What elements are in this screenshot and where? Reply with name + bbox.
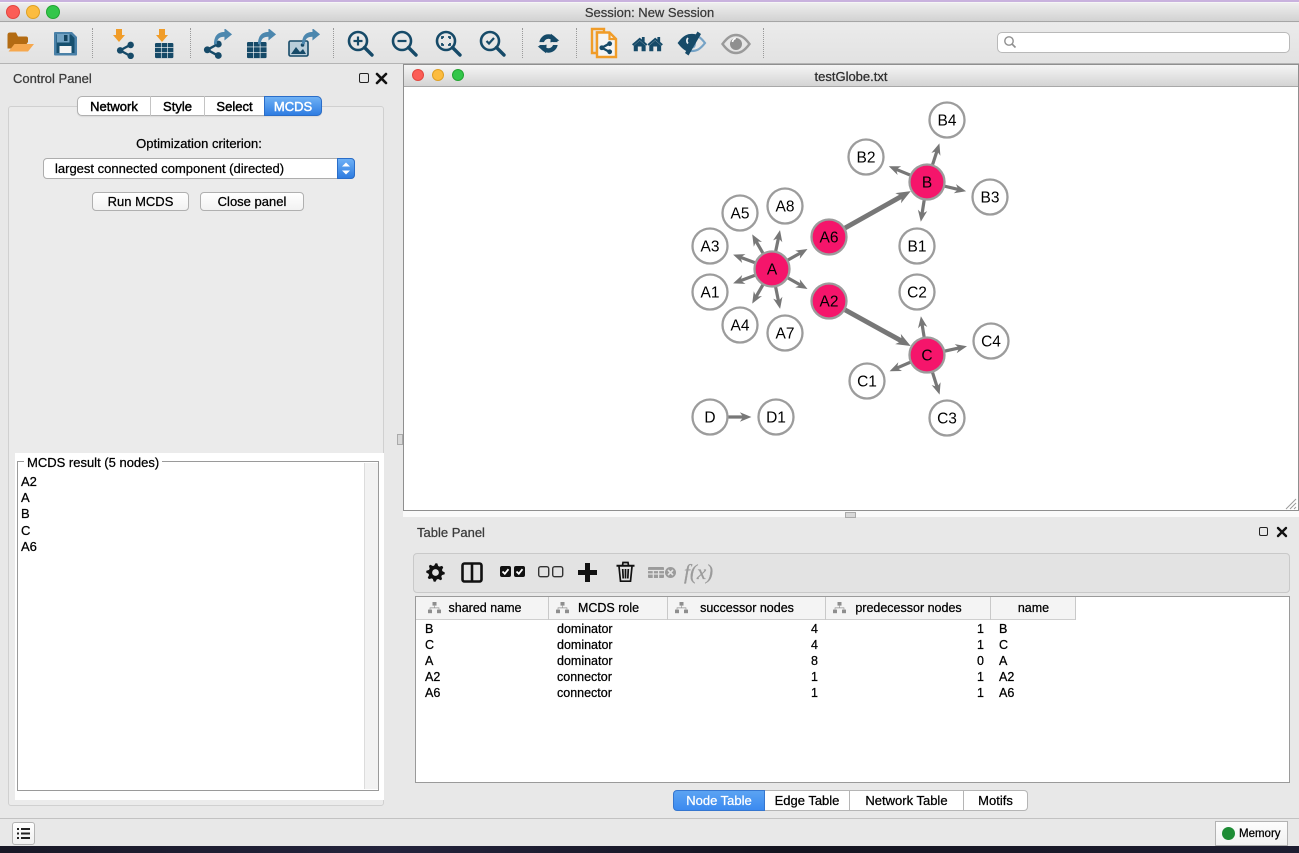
svg-text:C4: C4 <box>981 334 1001 351</box>
svg-text:C: C <box>921 348 932 365</box>
svg-text:B: B <box>922 175 932 192</box>
svg-text:B1: B1 <box>908 239 927 256</box>
svg-text:C1: C1 <box>857 374 877 391</box>
svg-text:A3: A3 <box>701 239 720 256</box>
svg-text:A2: A2 <box>820 294 839 311</box>
svg-text:A8: A8 <box>776 199 795 216</box>
svg-text:D: D <box>704 410 715 427</box>
svg-text:C3: C3 <box>937 411 957 428</box>
svg-text:A7: A7 <box>776 326 795 343</box>
svg-text:A4: A4 <box>731 318 750 335</box>
svg-text:D1: D1 <box>766 410 786 427</box>
svg-text:B3: B3 <box>981 190 1000 207</box>
svg-text:A1: A1 <box>701 285 720 302</box>
svg-text:A5: A5 <box>731 206 750 223</box>
svg-text:C2: C2 <box>907 285 927 302</box>
svg-text:A: A <box>767 262 778 279</box>
svg-text:B2: B2 <box>857 150 876 167</box>
svg-text:B4: B4 <box>938 113 957 130</box>
svg-text:A6: A6 <box>820 230 839 247</box>
